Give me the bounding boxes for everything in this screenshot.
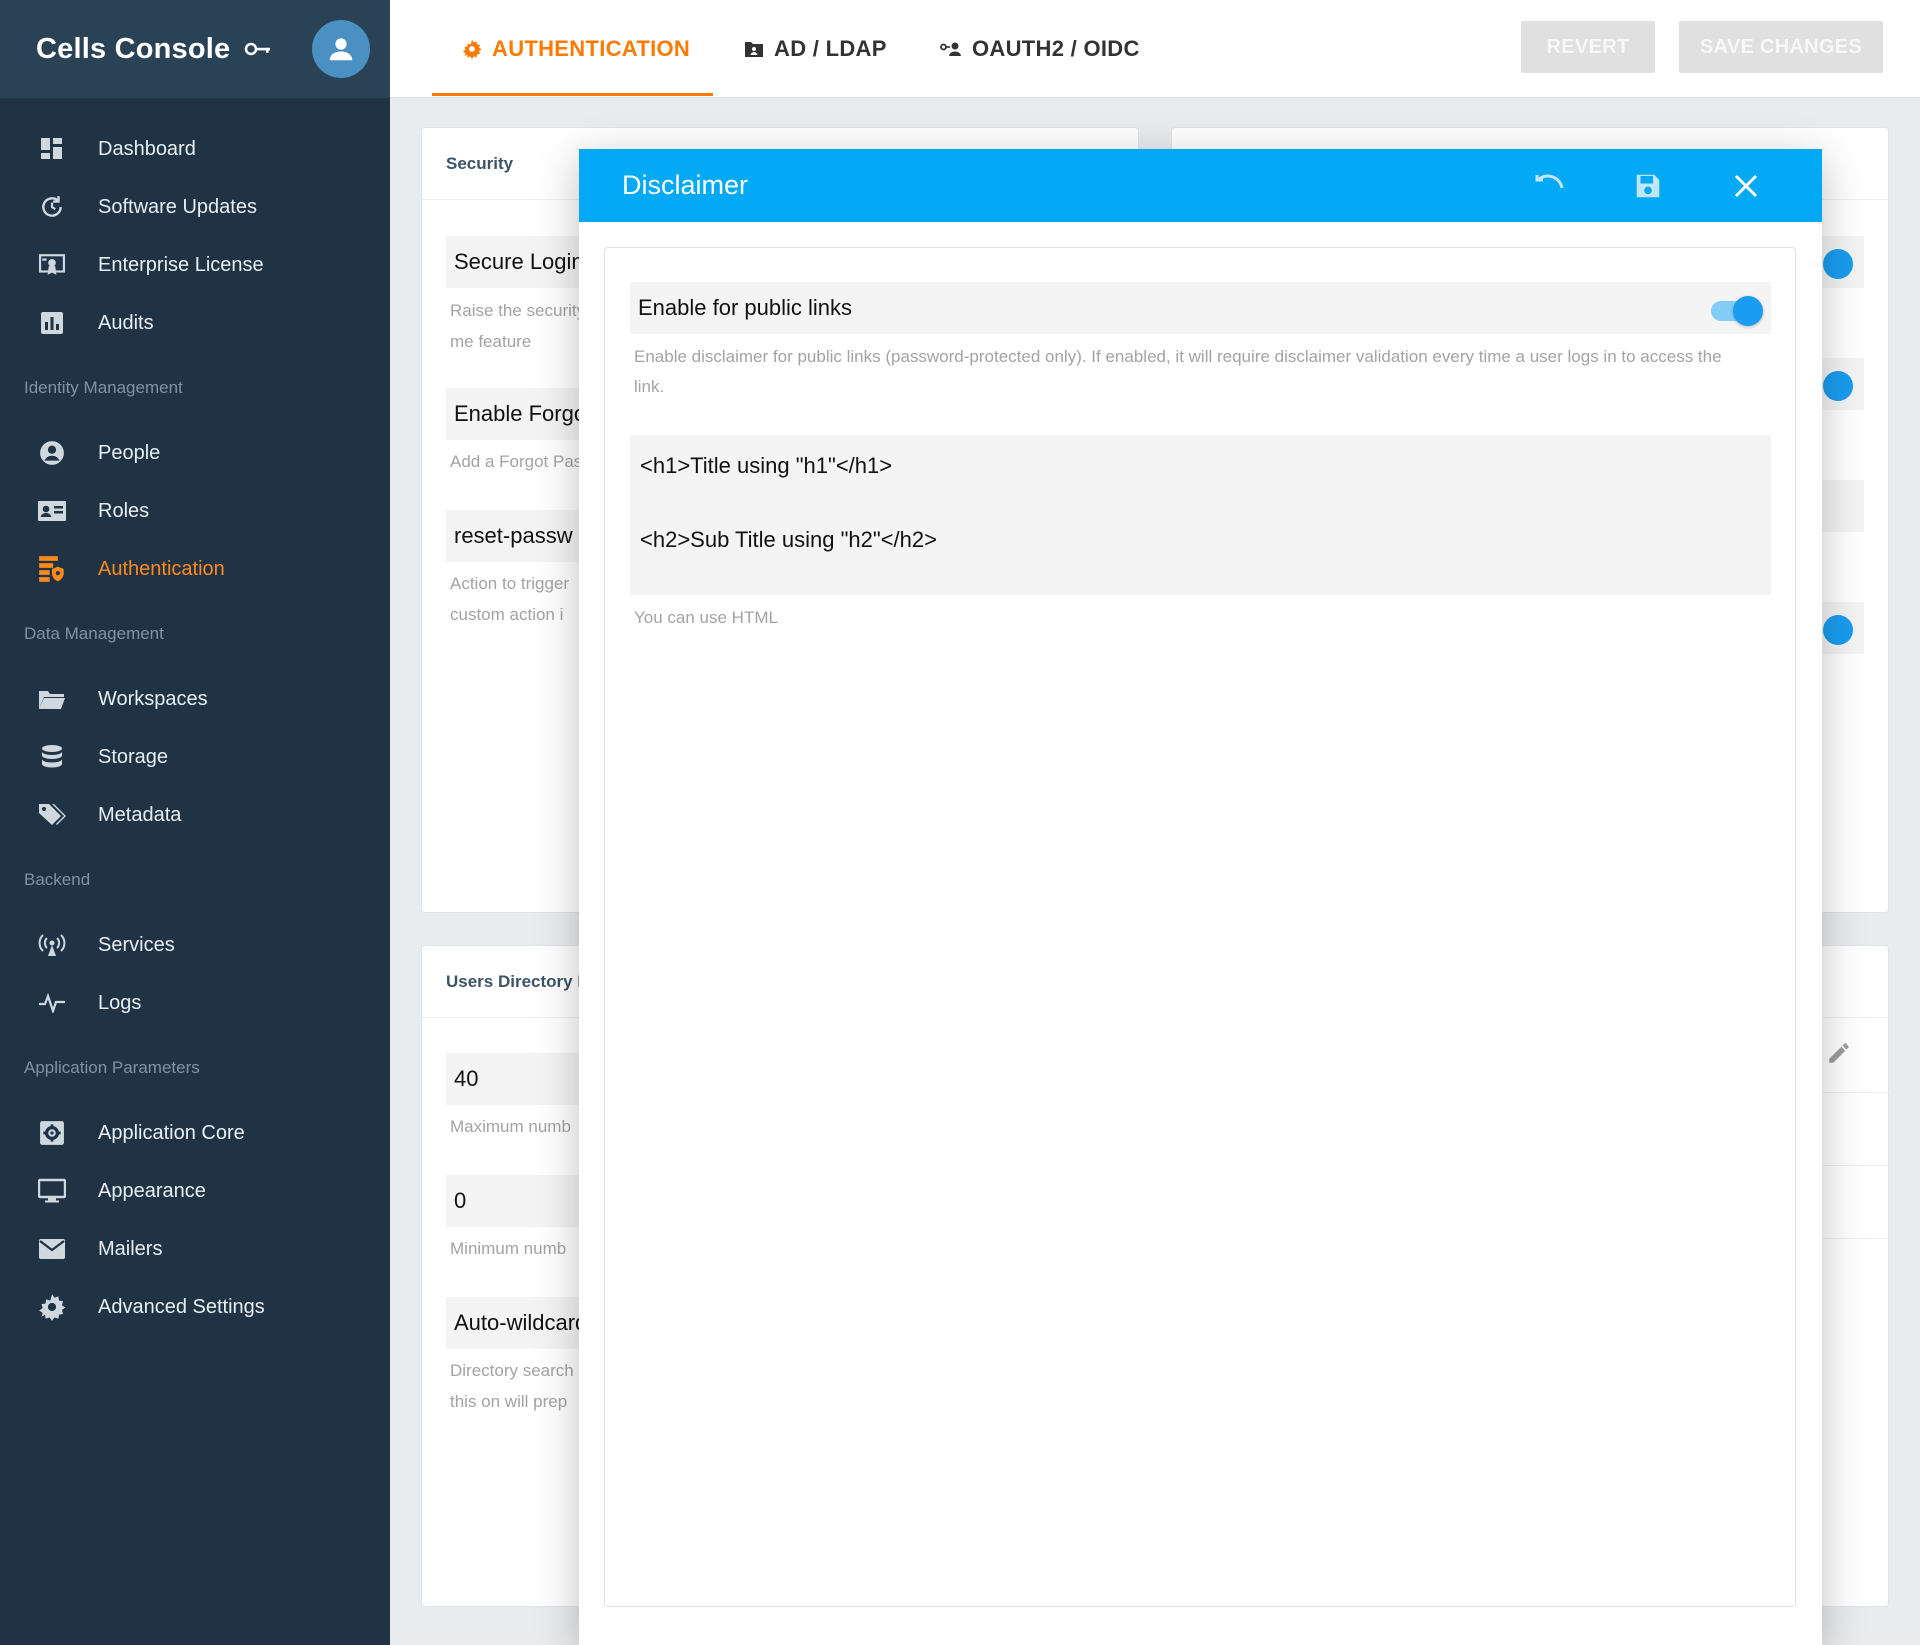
section-identity-management: Identity Management [24, 378, 183, 397]
sidebar-item-authentication[interactable]: Authentication [0, 540, 390, 598]
field-hint: Raise the security [450, 301, 586, 320]
logs-icon [36, 987, 68, 1019]
toggle-switch[interactable] [1823, 615, 1853, 645]
sidebar-nav: Dashboard Software Updates Enterprise Li… [0, 98, 390, 1336]
tab-ad-ldap[interactable]: AD / LDAP [744, 0, 887, 98]
sidebar-item-label: Workspaces [98, 687, 208, 710]
sidebar-item-label: Audits [98, 311, 154, 334]
sidebar-item-label: Advanced Settings [98, 1295, 265, 1318]
sidebar-item-label: People [98, 441, 161, 464]
sidebar-item-label: Roles [98, 499, 150, 522]
sidebar-item-label: Mailers [98, 1237, 163, 1260]
toggle-switch[interactable] [1823, 371, 1853, 401]
public-links-toggle-row[interactable]: Enable for public links [630, 282, 1771, 334]
sidebar-item-label: Storage [98, 745, 169, 768]
tab-authentication[interactable]: AUTHENTICATION [462, 0, 690, 98]
tab-oauth2-oidc[interactable]: OAUTH2 / OIDC [940, 0, 1140, 98]
toggle-label: Enable for public links [638, 295, 853, 320]
sidebar-item-label: Logs [98, 991, 142, 1014]
sidebar-item-label: Authentication [98, 557, 225, 580]
dialog-body: Enable for public links Enable disclaime… [604, 247, 1796, 1607]
sidebar-item-logs[interactable]: Logs [0, 974, 390, 1032]
ldap-icon [744, 40, 764, 58]
sidebar-item-audits[interactable]: Audits [0, 294, 390, 352]
field-hint: this on will prep [450, 1392, 568, 1411]
sidebar-item-label: Enterprise License [98, 253, 264, 276]
sidebar-item-label: Software Updates [98, 195, 257, 218]
tab-label: OAUTH2 / OIDC [972, 36, 1140, 61]
sidebar-header: Cells Console [0, 0, 390, 98]
field-hint: Add a Forgot Pass [450, 452, 590, 471]
sidebar-item-dashboard[interactable]: Dashboard [0, 120, 390, 178]
save-icon[interactable] [1628, 166, 1668, 206]
audits-icon [36, 307, 68, 339]
authentication-icon [36, 553, 68, 585]
undo-icon[interactable] [1530, 166, 1570, 206]
storage-icon [36, 741, 68, 773]
toggle-switch[interactable] [1823, 249, 1853, 279]
public-links-toggle[interactable] [1711, 295, 1763, 326]
avatar[interactable] [312, 20, 370, 78]
field-hint: custom action i [450, 605, 564, 624]
disclaimer-html-textarea[interactable]: <h1>Title using "h1"</h1> <h2>Sub Title … [630, 435, 1771, 595]
toggle-description: Enable disclaimer for public links (pass… [634, 347, 1722, 396]
gear-icon [462, 39, 482, 59]
section-application-parameters: Application Parameters [24, 1058, 200, 1077]
html-hint: You can use HTML [634, 608, 778, 627]
edit-icon[interactable] [1826, 1040, 1856, 1070]
save-changes-button[interactable]: SAVE CHANGES [1679, 21, 1883, 73]
sidebar-item-label: Metadata [98, 803, 182, 826]
dialog-header: Disclaimer [579, 149, 1822, 222]
field-hint: Directory search [450, 1361, 574, 1380]
mail-icon [36, 1233, 68, 1265]
top-bar: AUTHENTICATION AD / LDAP OAUTH2 / OIDC R… [390, 0, 1920, 98]
folder-icon [36, 683, 68, 715]
dialog-title: Disclaimer [622, 170, 749, 200]
license-icon [36, 249, 68, 281]
tags-icon [36, 799, 68, 831]
monitor-icon [36, 1175, 68, 1207]
key-icon[interactable] [244, 39, 274, 59]
sidebar-item-label: Dashboard [98, 137, 196, 160]
oauth-icon [940, 41, 962, 57]
active-tab-indicator [432, 93, 713, 96]
sidebar-item-application-core[interactable]: Application Core [0, 1104, 390, 1162]
gear-icon [36, 1291, 68, 1323]
sidebar-item-workspaces[interactable]: Workspaces [0, 670, 390, 728]
field-hint: Minimum numb [450, 1239, 567, 1258]
sidebar-item-roles[interactable]: Roles [0, 482, 390, 540]
sidebar-item-enterprise-license[interactable]: Enterprise License [0, 236, 390, 294]
disclaimer-dialog: Disclaimer Enable for public links Enabl… [579, 149, 1822, 1645]
app-core-icon [36, 1117, 68, 1149]
tab-label: AUTHENTICATION [492, 36, 691, 61]
sidebar-item-label: Appearance [98, 1179, 206, 1202]
sidebar-item-advanced-settings[interactable]: Advanced Settings [0, 1278, 390, 1336]
update-icon [36, 191, 68, 223]
services-icon [36, 929, 68, 961]
field-hint: Maximum numb [450, 1117, 571, 1136]
sidebar-item-metadata[interactable]: Metadata [0, 786, 390, 844]
field-hint: me feature [450, 332, 532, 351]
section-backend: Backend [24, 870, 91, 889]
sidebar-item-storage[interactable]: Storage [0, 728, 390, 786]
tab-label: AD / LDAP [774, 36, 887, 61]
sidebar: Cells Console Dashboard Software Updates… [0, 0, 390, 1645]
sidebar-item-appearance[interactable]: Appearance [0, 1162, 390, 1220]
app-title: Cells Console [36, 32, 231, 65]
sidebar-item-services[interactable]: Services [0, 916, 390, 974]
close-icon[interactable] [1726, 166, 1766, 206]
roles-icon [36, 495, 68, 527]
dashboard-icon [36, 133, 68, 165]
sidebar-item-people[interactable]: People [0, 424, 390, 482]
sidebar-item-software-updates[interactable]: Software Updates [0, 178, 390, 236]
sidebar-item-label: Services [98, 933, 175, 956]
toggle-knob [1733, 296, 1763, 326]
sidebar-item-label: Application Core [98, 1121, 245, 1144]
field-hint: Action to trigger [450, 574, 570, 593]
person-icon [36, 437, 68, 469]
section-data-management: Data Management [24, 624, 164, 643]
revert-button[interactable]: REVERT [1521, 21, 1655, 73]
sidebar-item-mailers[interactable]: Mailers [0, 1220, 390, 1278]
